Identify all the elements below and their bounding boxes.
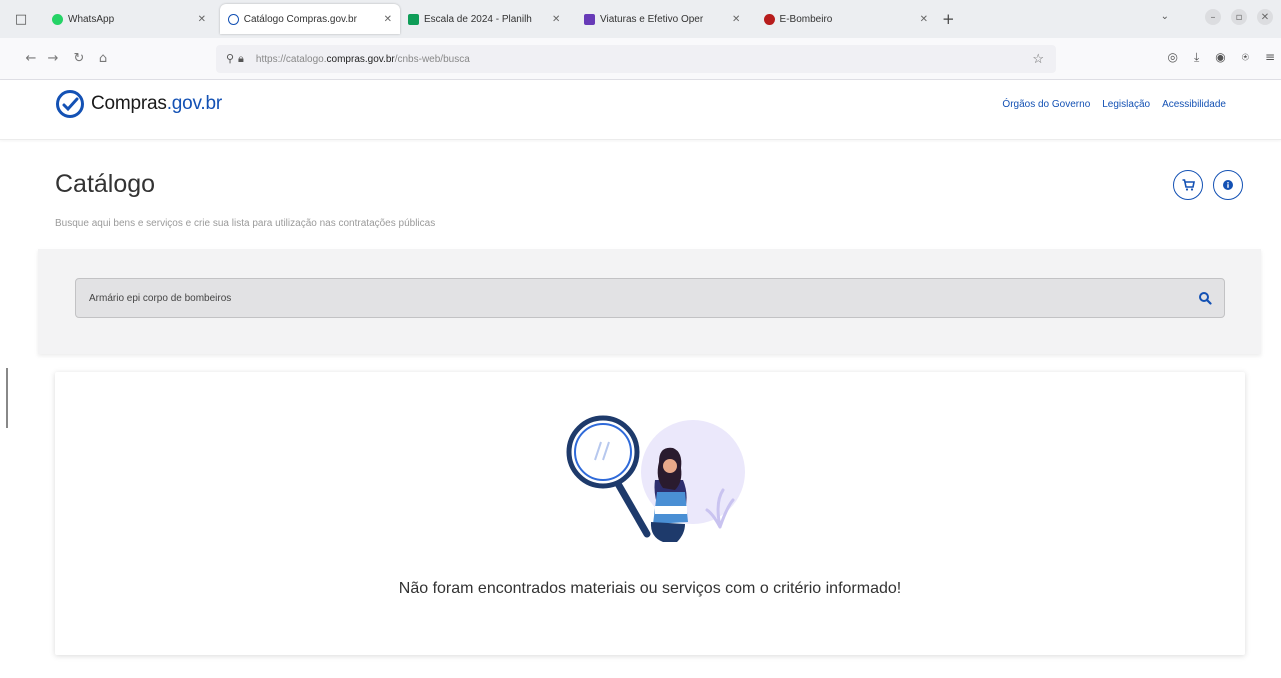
forward-icon[interactable]: → [42,51,64,66]
compras-logo[interactable]: Compras.gov.br [55,89,222,119]
url-path: /cnbs-web/busca [394,53,470,65]
close-window-button[interactable]: ✕ [1257,9,1273,25]
info-icon [1223,180,1233,190]
sheets-icon [408,13,419,25]
tab-list-chevron-icon[interactable]: ⌄ [1161,11,1169,22]
minimize-button[interactable]: – [1205,9,1221,25]
back-icon[interactable]: ← [20,51,42,66]
logo-text-main: Compras [91,93,167,114]
search-panel: Armário epi corpo de bombeiros [38,249,1261,354]
browser-nav-bar: ← → ↻ ⌂ ⚲🔒︎ https://catalogo. compras.gov… [0,38,1281,80]
close-icon[interactable]: ✕ [920,14,928,25]
close-icon[interactable]: ✕ [732,14,740,25]
search-icon[interactable] [1198,291,1212,305]
toolbar-icons: ◎ ⤓ ◉ ⍟ ≡ [1167,50,1275,65]
compras-favicon-icon [228,13,239,25]
info-button[interactable] [1213,170,1243,200]
close-icon[interactable]: ✕ [384,14,392,25]
tab-whatsapp[interactable]: WhatsApp ✕ [44,4,214,34]
cart-icon [1182,179,1195,191]
close-icon[interactable]: ✕ [198,14,206,25]
search-input-value: Armário epi corpo de bombeiros [89,292,232,304]
tab-overview-icon[interactable]: □ [6,4,36,34]
tab-escala[interactable]: Escala de 2024 - Planilh ✕ [400,4,576,34]
tab-label: E-Bombeiro [779,13,833,25]
browser-tab-bar: □ WhatsApp ✕ Catálogo Compras.gov.br ✕ E… [0,0,1281,38]
url-domain: compras.gov.br [326,53,395,65]
new-tab-button[interactable]: + [942,10,955,28]
tab-label: Escala de 2024 - Planilh [424,13,532,25]
bookmark-star-icon[interactable]: ☆ [1032,51,1044,67]
link-legislacao[interactable]: Legislação [1102,99,1150,110]
ebombeiro-icon [764,13,775,25]
tab-catalogo[interactable]: Catálogo Compras.gov.br ✕ [220,4,400,34]
link-orgaos[interactable]: Órgãos do Governo [1002,99,1090,110]
search-input[interactable]: Armário epi corpo de bombeiros [75,278,1225,318]
tab-ebombeiro[interactable]: E-Bombeiro ✕ [756,4,936,34]
reload-icon[interactable]: ↻ [68,51,90,66]
tab-label: Viaturas e Efetivo Oper [600,13,704,25]
pocket-icon[interactable]: ◎ [1167,50,1177,65]
empty-search-illustration-icon [566,415,745,542]
menu-icon[interactable]: ≡ [1265,50,1275,65]
lock-icon[interactable]: ⚲🔒︎ [226,52,248,66]
page-edge-marker [6,368,8,428]
address-bar[interactable]: ⚲🔒︎ https://catalogo. compras.gov.br/cnbs… [216,45,1056,73]
page-title: Catálogo [55,170,156,198]
extensions-icon[interactable]: ⍟ [1242,50,1249,65]
logo-text-accent: .gov.br [166,93,222,114]
tab-viaturas[interactable]: Viaturas e Efetivo Oper ✕ [576,4,756,34]
tab-label: Catálogo Compras.gov.br [243,13,357,25]
whatsapp-icon [52,13,63,25]
logo-text: Compras.gov.br [91,93,222,115]
header-nav: Órgãos do Governo Legislação Acessibilid… [1002,99,1226,110]
cart-button[interactable] [1173,170,1203,200]
close-icon[interactable]: ✕ [552,14,560,25]
download-icon[interactable]: ⤓ [1194,50,1199,65]
maximize-button[interactable]: ▫ [1231,9,1247,25]
url-prefix: https://catalogo. [255,53,327,65]
account-icon[interactable]: ◉ [1215,50,1225,65]
empty-result-card: Não foram encontrados materiais ou servi… [55,372,1245,655]
forms-icon [584,13,595,25]
site-header: Compras.gov.br Órgãos do Governo Legisla… [0,80,1281,140]
empty-result-message: Não foram encontrados materiais ou servi… [398,580,902,597]
window-controls: – ▫ ✕ [1205,9,1273,25]
link-acessibilidade[interactable]: Acessibilidade [1162,99,1226,110]
home-icon[interactable]: ⌂ [92,51,114,66]
page-subtitle: Busque aqui bens e serviços e crie sua l… [55,218,436,229]
compras-logo-icon [56,90,84,118]
tab-label: WhatsApp [68,13,115,25]
